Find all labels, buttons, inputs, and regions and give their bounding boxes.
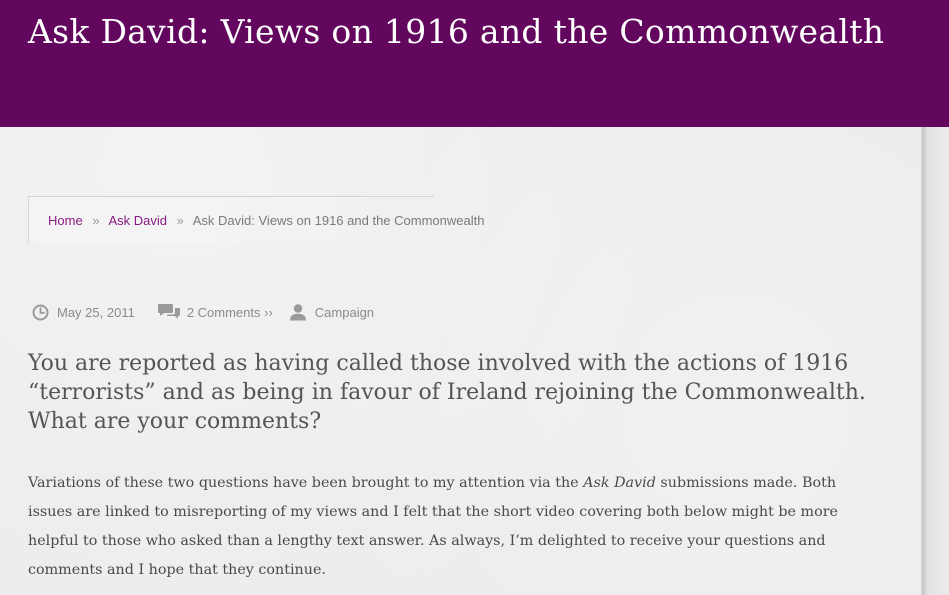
post-category: Campaign: [273, 303, 374, 321]
breadcrumb-ask-david-link[interactable]: Ask David: [108, 213, 167, 228]
post-body-text-1: Variations of these two questions have b…: [28, 475, 584, 491]
breadcrumb-current: Ask David: Views on 1916 and the Commonw…: [192, 213, 485, 228]
site-header: Ask David: Views on 1916 and the Commonw…: [0, 0, 949, 127]
comments-icon: [157, 304, 180, 319]
clock-icon: [32, 304, 49, 320]
post-body: Variations of these two questions have b…: [28, 469, 858, 585]
post-meta: May 25, 2011 2 Comments ›› Campaign: [32, 302, 374, 322]
post-body-emphasis: Ask David: [583, 475, 656, 491]
page-title: Ask David: Views on 1916 and the Commonw…: [28, 12, 885, 51]
post-title: You are reported as having called those …: [28, 351, 866, 434]
user-icon: [289, 304, 306, 321]
post-comments[interactable]: 2 Comments ››: [135, 303, 273, 321]
post-date-text: May 25, 2011: [57, 304, 135, 320]
sidebar-edge: [921, 127, 949, 595]
breadcrumb-home-link[interactable]: Home: [48, 213, 83, 228]
breadcrumb-separator: »: [176, 213, 184, 228]
post-date: May 25, 2011: [32, 304, 135, 321]
category-link[interactable]: Campaign: [315, 305, 374, 320]
breadcrumb-separator: »: [92, 213, 100, 228]
breadcrumb: Home » Ask David » Ask David: Views on 1…: [48, 213, 484, 228]
comments-link[interactable]: 2 Comments ››: [187, 305, 273, 320]
